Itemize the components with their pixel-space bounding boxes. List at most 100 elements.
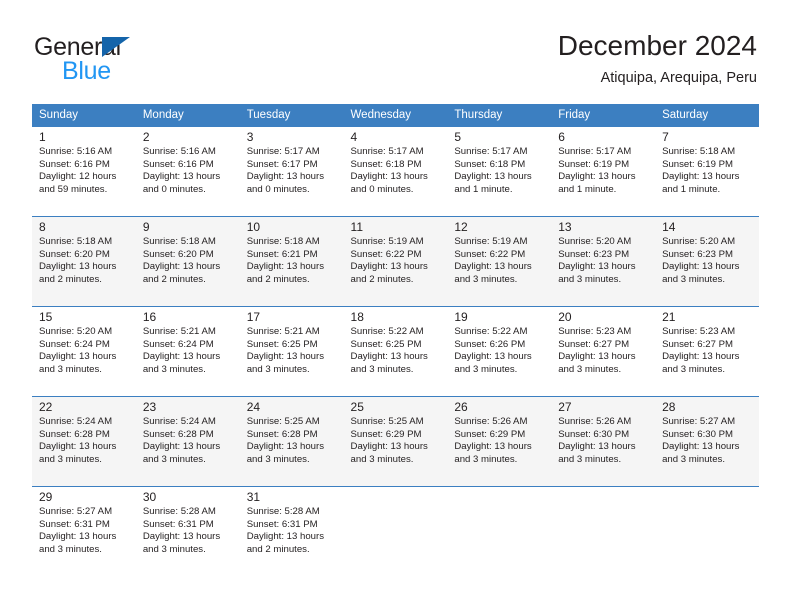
day-number: 9 <box>142 220 150 234</box>
day-number: 11 <box>350 220 363 234</box>
weekday-header-thursday: Thursday <box>447 104 552 126</box>
calendar-day-cell[interactable]: 1 Sunrise: 5:16 AM Sunset: 6:16 PM Daylig… <box>32 126 136 216</box>
day-sun-details: Sunrise: 5:16 AM Sunset: 6:16 PM Dayligh… <box>142 146 221 195</box>
day-sun-details: Sunrise: 5:16 AM Sunset: 6:16 PM Dayligh… <box>39 146 117 195</box>
calendar-day-cell[interactable]: 16 Sunrise: 5:21 AM Sunset: 6:24 PM Dayli… <box>135 306 240 396</box>
calendar-day-cell[interactable]: 31 Sunrise: 5:28 AM Sunset: 6:31 PM Dayli… <box>239 486 344 576</box>
day-cell-inner: 14 Sunrise: 5:20 AM Sunset: 6:23 PM Dayli… <box>655 216 759 306</box>
calendar-day-cell[interactable]: 19 Sunrise: 5:22 AM Sunset: 6:26 PM Dayli… <box>447 306 552 396</box>
calendar-day-cell[interactable]: 22 Sunrise: 5:24 AM Sunset: 6:28 PM Dayli… <box>32 396 136 486</box>
day-number: 21 <box>662 310 676 324</box>
calendar-day-cell[interactable]: 14 Sunrise: 5:20 AM Sunset: 6:23 PM Dayli… <box>655 216 759 306</box>
day-number: 2 <box>142 130 150 144</box>
day-sun-details: Sunrise: 5:24 AM Sunset: 6:28 PM Dayligh… <box>142 416 221 465</box>
day-sun-details: Sunrise: 5:26 AM Sunset: 6:30 PM Dayligh… <box>558 416 636 465</box>
calendar-day-cell[interactable]: 18 Sunrise: 5:22 AM Sunset: 6:25 PM Dayli… <box>343 306 448 396</box>
day-number: 18 <box>350 310 364 324</box>
day-cell-inner: 22 Sunrise: 5:24 AM Sunset: 6:28 PM Dayli… <box>32 396 136 486</box>
day-cell-inner: 28 Sunrise: 5:27 AM Sunset: 6:30 PM Dayli… <box>655 396 759 486</box>
page-subtitle: Atiquipa, Arequipa, Peru <box>600 70 757 86</box>
day-sun-details: Sunrise: 5:27 AM Sunset: 6:31 PM Dayligh… <box>39 506 117 555</box>
day-cell-inner: 3 Sunrise: 5:17 AM Sunset: 6:17 PM Daylig… <box>239 126 344 216</box>
calendar-day-cell[interactable]: 5 Sunrise: 5:17 AM Sunset: 6:18 PM Daylig… <box>447 126 552 216</box>
day-cell-inner: 29 Sunrise: 5:27 AM Sunset: 6:31 PM Dayli… <box>32 486 136 576</box>
calendar-day-cell[interactable]: 6 Sunrise: 5:17 AM Sunset: 6:19 PM Daylig… <box>551 126 656 216</box>
calendar-day-cell[interactable]: 27 Sunrise: 5:26 AM Sunset: 6:30 PM Dayli… <box>551 396 656 486</box>
day-cell-inner: 8 Sunrise: 5:18 AM Sunset: 6:20 PM Daylig… <box>32 216 136 306</box>
day-cell-inner: 6 Sunrise: 5:17 AM Sunset: 6:19 PM Daylig… <box>551 126 656 216</box>
day-cell-inner: 18 Sunrise: 5:22 AM Sunset: 6:25 PM Dayli… <box>343 306 448 396</box>
day-sun-details: Sunrise: 5:20 AM Sunset: 6:23 PM Dayligh… <box>558 236 636 285</box>
calendar-day-cell[interactable]: 25 Sunrise: 5:25 AM Sunset: 6:29 PM Dayli… <box>343 396 448 486</box>
day-number: 19 <box>454 310 468 324</box>
calendar-day-cell[interactable]: 23 Sunrise: 5:24 AM Sunset: 6:28 PM Dayli… <box>135 396 240 486</box>
day-number: 27 <box>558 400 572 414</box>
day-number: 1 <box>39 130 46 144</box>
day-number: 14 <box>662 220 676 234</box>
calendar-day-cell[interactable]: 8 Sunrise: 5:18 AM Sunset: 6:20 PM Daylig… <box>32 216 136 306</box>
day-number: 16 <box>142 310 157 324</box>
day-number: 8 <box>39 220 46 234</box>
day-number: 12 <box>454 220 468 234</box>
weekday-header-wednesday: Wednesday <box>343 104 448 126</box>
day-number: 17 <box>246 310 261 324</box>
day-number: 22 <box>39 400 53 414</box>
day-number: 10 <box>246 220 261 234</box>
day-cell-inner: 27 Sunrise: 5:26 AM Sunset: 6:30 PM Dayli… <box>551 396 656 486</box>
day-cell-inner: 20 Sunrise: 5:23 AM Sunset: 6:27 PM Dayli… <box>551 306 656 396</box>
day-sun-details: Sunrise: 5:25 AM Sunset: 6:29 PM Dayligh… <box>350 416 428 465</box>
day-sun-details: Sunrise: 5:22 AM Sunset: 6:26 PM Dayligh… <box>454 326 532 375</box>
day-cell-inner: 7 Sunrise: 5:18 AM Sunset: 6:19 PM Daylig… <box>655 126 759 216</box>
day-number: 24 <box>246 400 261 414</box>
calendar-day-cell-empty <box>447 486 552 576</box>
calendar-day-cell[interactable]: 11 Sunrise: 5:19 AM Sunset: 6:22 PM Dayli… <box>343 216 448 306</box>
calendar-day-cell[interactable]: 17 Sunrise: 5:21 AM Sunset: 6:25 PM Dayli… <box>239 306 344 396</box>
day-cell-inner: 1 Sunrise: 5:16 AM Sunset: 6:16 PM Daylig… <box>32 126 136 216</box>
day-cell-inner: 11 Sunrise: 5:19 AM Sunset: 6:22 PM Dayli… <box>343 216 448 306</box>
day-cell-inner: 30 Sunrise: 5:28 AM Sunset: 6:31 PM Dayli… <box>135 486 240 576</box>
day-cell-inner: 23 Sunrise: 5:24 AM Sunset: 6:28 PM Dayli… <box>135 396 240 486</box>
calendar-day-cell[interactable]: 24 Sunrise: 5:25 AM Sunset: 6:28 PM Dayli… <box>239 396 344 486</box>
calendar-week-row: 1 Sunrise: 5:16 AM Sunset: 6:16 PM Daylig… <box>32 126 759 216</box>
day-number: 3 <box>246 130 254 144</box>
day-cell-inner: 25 Sunrise: 5:25 AM Sunset: 6:29 PM Dayli… <box>343 396 448 486</box>
calendar-day-cell[interactable]: 7 Sunrise: 5:18 AM Sunset: 6:19 PM Daylig… <box>655 126 759 216</box>
calendar-day-cell[interactable]: 15 Sunrise: 5:20 AM Sunset: 6:24 PM Dayli… <box>32 306 136 396</box>
calendar-day-cell[interactable]: 12 Sunrise: 5:19 AM Sunset: 6:22 PM Dayli… <box>447 216 552 306</box>
day-cell-inner: 24 Sunrise: 5:25 AM Sunset: 6:28 PM Dayli… <box>239 396 344 486</box>
day-sun-details: Sunrise: 5:22 AM Sunset: 6:25 PM Dayligh… <box>350 326 428 375</box>
day-number: 28 <box>662 400 676 414</box>
calendar-day-cell[interactable]: 2 Sunrise: 5:16 AM Sunset: 6:16 PM Daylig… <box>135 126 240 216</box>
calendar-day-cell[interactable]: 9 Sunrise: 5:18 AM Sunset: 6:20 PM Daylig… <box>135 216 240 306</box>
day-sun-details: Sunrise: 5:21 AM Sunset: 6:24 PM Dayligh… <box>142 326 221 375</box>
calendar-day-cell[interactable]: 28 Sunrise: 5:27 AM Sunset: 6:30 PM Dayli… <box>655 396 759 486</box>
general-blue-logo[interactable]: General Blue <box>34 33 234 85</box>
calendar-day-cell[interactable]: 10 Sunrise: 5:18 AM Sunset: 6:21 PM Dayli… <box>239 216 344 306</box>
day-cell-inner: 31 Sunrise: 5:28 AM Sunset: 6:31 PM Dayli… <box>239 486 344 576</box>
day-sun-details: Sunrise: 5:19 AM Sunset: 6:22 PM Dayligh… <box>454 236 532 285</box>
calendar-day-cell[interactable]: 21 Sunrise: 5:23 AM Sunset: 6:27 PM Dayli… <box>655 306 759 396</box>
day-sun-details: Sunrise: 5:17 AM Sunset: 6:19 PM Dayligh… <box>558 146 636 195</box>
calendar-day-cell[interactable]: 20 Sunrise: 5:23 AM Sunset: 6:27 PM Dayli… <box>551 306 656 396</box>
day-sun-details: Sunrise: 5:26 AM Sunset: 6:29 PM Dayligh… <box>454 416 532 465</box>
day-sun-details: Sunrise: 5:20 AM Sunset: 6:24 PM Dayligh… <box>39 326 117 375</box>
day-cell-inner: 9 Sunrise: 5:18 AM Sunset: 6:20 PM Daylig… <box>135 216 240 306</box>
calendar-day-cell-empty <box>343 486 448 576</box>
calendar-day-cell[interactable]: 29 Sunrise: 5:27 AM Sunset: 6:31 PM Dayli… <box>32 486 136 576</box>
weekday-header-sunday: Sunday <box>32 104 136 126</box>
day-sun-details: Sunrise: 5:28 AM Sunset: 6:31 PM Dayligh… <box>142 506 221 555</box>
day-cell-inner <box>551 486 656 576</box>
day-cell-inner <box>447 486 552 576</box>
day-sun-details: Sunrise: 5:24 AM Sunset: 6:28 PM Dayligh… <box>39 416 117 465</box>
calendar-day-cell[interactable]: 3 Sunrise: 5:17 AM Sunset: 6:17 PM Daylig… <box>239 126 344 216</box>
calendar-body: 1 Sunrise: 5:16 AM Sunset: 6:16 PM Daylig… <box>32 126 759 576</box>
calendar-page: General Blue December 2024 Atiquipa, Are… <box>0 0 792 612</box>
day-sun-details: Sunrise: 5:18 AM Sunset: 6:20 PM Dayligh… <box>39 236 117 285</box>
day-sun-details: Sunrise: 5:21 AM Sunset: 6:25 PM Dayligh… <box>246 326 325 375</box>
calendar-day-cell[interactable]: 4 Sunrise: 5:17 AM Sunset: 6:18 PM Daylig… <box>343 126 448 216</box>
calendar-day-cell[interactable]: 13 Sunrise: 5:20 AM Sunset: 6:23 PM Dayli… <box>551 216 656 306</box>
calendar-day-cell-empty <box>551 486 656 576</box>
calendar-day-cell[interactable]: 30 Sunrise: 5:28 AM Sunset: 6:31 PM Dayli… <box>135 486 240 576</box>
day-sun-details: Sunrise: 5:17 AM Sunset: 6:18 PM Dayligh… <box>350 146 428 195</box>
calendar-day-cell[interactable]: 26 Sunrise: 5:26 AM Sunset: 6:29 PM Dayli… <box>447 396 552 486</box>
